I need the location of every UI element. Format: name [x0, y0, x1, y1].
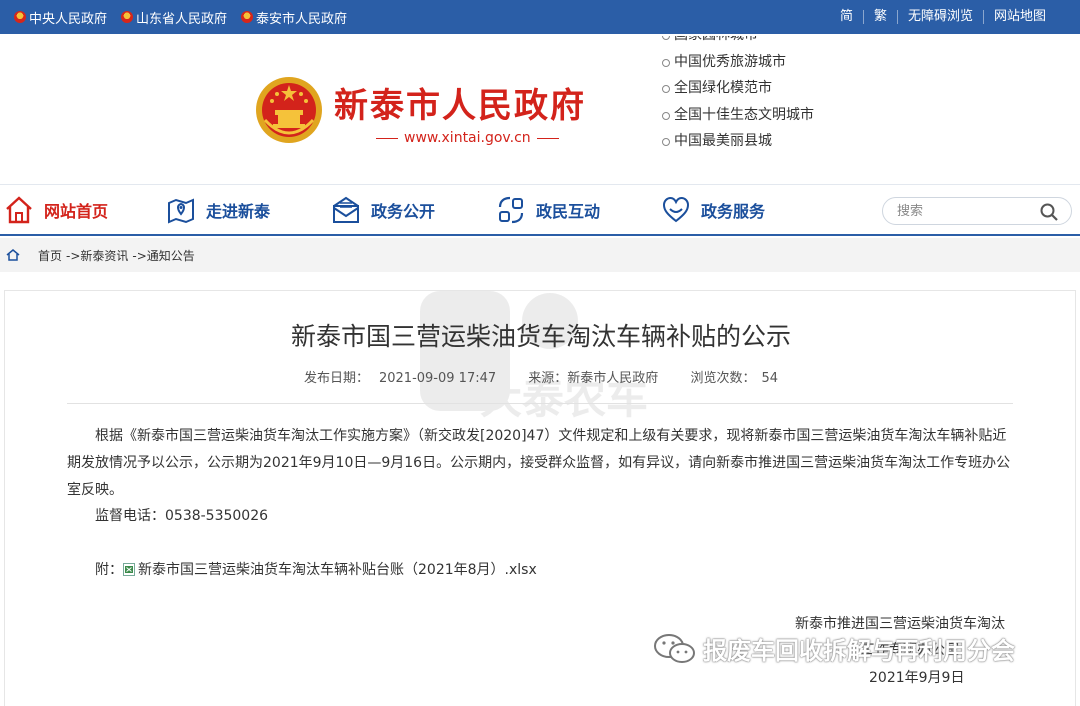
article-panel: 大泰农车 新泰市国三营运柴油货车淘汰车辆补贴的公示 发布日期： 2021-09-0… — [4, 290, 1076, 706]
search-input[interactable] — [897, 201, 1037, 221]
attachment-link[interactable]: 新泰市国三营运柴油货车淘汰车辆补贴台账（2021年8月）.xlsx — [138, 559, 537, 579]
top-bar: 中央人民政府 山东省人民政府 泰安市人民政府 简 繁 无障碍浏览 网站地图 — [0, 0, 1080, 34]
excel-file-icon — [123, 562, 135, 576]
breadcrumb-notices[interactable]: ->通知公告 — [132, 247, 194, 264]
publish-date: 发布日期： 2021-09-09 17:47 — [303, 371, 497, 386]
map-icon — [168, 198, 194, 224]
nav-gov-services[interactable]: 政务服务 — [661, 185, 765, 235]
heart-hands-icon — [662, 196, 690, 223]
nav-gov-affairs[interactable]: 政务公开 — [331, 185, 435, 235]
honor-item: 全国绿化模范市 — [660, 75, 860, 102]
supervision-phone: 监督电话：0538-5350026 — [95, 508, 269, 524]
nav-home[interactable]: 网站首页 — [4, 185, 108, 235]
traditional-chinese-link[interactable]: 繁 — [862, 10, 897, 24]
link-shandong-gov[interactable]: 山东省人民政府 — [121, 8, 227, 27]
link-taian-gov[interactable]: 泰安市人民政府 — [241, 8, 347, 27]
emblem-icon — [241, 11, 254, 23]
home-icon — [6, 196, 32, 224]
breadcrumb-news[interactable]: ->新泰资讯 — [66, 247, 128, 264]
home-icon[interactable] — [6, 248, 20, 262]
site-header: 新泰市人民政府 www.xintai.gov.cn 国家园林城市 中国优秀旅游城… — [0, 34, 1080, 184]
national-emblem-icon[interactable] — [255, 76, 323, 144]
site-url: www.xintai.gov.cn — [370, 130, 565, 146]
main-nav: 网站首页 走进新泰 政务公开 政民互动 政务服务 — [0, 184, 1080, 236]
simplified-chinese-link[interactable]: 简 — [830, 10, 863, 24]
breadcrumb-home[interactable]: 首页 — [38, 247, 62, 264]
emblem-icon — [121, 11, 134, 23]
honor-item: 中国最美丽县城 — [660, 128, 860, 155]
top-utilities: 简 繁 无障碍浏览 网站地图 — [830, 0, 1056, 34]
body-paragraph: 根据《新泰市国三营运柴油货车淘汰工作实施方案》（新交政发[2020]47）文件规… — [67, 428, 1011, 498]
view-count: 浏览次数： 54 — [690, 371, 779, 386]
nav-about-xintai[interactable]: 走进新泰 — [166, 185, 270, 235]
honors-ticker: 国家园林城市 中国优秀旅游城市 全国绿化模范市 全国十佳生态文明城市 中国最美丽… — [660, 36, 860, 160]
wechat-watermark: 报废车回收拆解与再利用分会 — [653, 631, 1015, 666]
signature-date: 2021年9月9日 — [869, 670, 965, 686]
interaction-icon — [498, 196, 524, 224]
search-icon[interactable] — [1039, 202, 1059, 222]
sitemap-link[interactable]: 网站地图 — [982, 10, 1056, 24]
article-source: 来源：新泰市人民政府 — [528, 371, 659, 386]
site-title[interactable]: 新泰市人民政府 — [334, 78, 586, 127]
signature-org: 新泰市推进国三营运柴油货车淘汰 — [795, 616, 1005, 632]
breadcrumb: 首页 ->新泰资讯 ->通知公告 — [0, 238, 1080, 272]
honor-item: 中国优秀旅游城市 — [660, 49, 860, 76]
attachment-row: 附： 新泰市国三营运柴油货车淘汰车辆补贴台账（2021年8月）.xlsx — [95, 559, 537, 579]
article-meta: 发布日期： 2021-09-09 17:47 来源：新泰市人民政府 浏览次数： 54 — [5, 367, 1077, 386]
top-links: 中央人民政府 山东省人民政府 泰安市人民政府 — [14, 0, 347, 34]
accessibility-link[interactable]: 无障碍浏览 — [896, 10, 983, 24]
article-title: 新泰市国三营运柴油货车淘汰车辆补贴的公示 — [290, 322, 791, 351]
emblem-icon — [14, 11, 26, 23]
honor-item: 全国十佳生态文明城市 — [660, 102, 860, 129]
nav-interaction[interactable]: 政民互动 — [496, 185, 600, 235]
article-body: 根据《新泰市国三营运柴油货车淘汰工作实施方案》（新交政发[2020]47）文件规… — [67, 423, 1013, 504]
wechat-icon — [654, 633, 695, 663]
envelope-icon — [333, 196, 359, 223]
site-watermark-logo: 大泰农车 — [420, 291, 648, 421]
search-box — [882, 197, 1072, 225]
honor-item: 国家园林城市 — [660, 36, 860, 49]
link-central-gov[interactable]: 中央人民政府 — [14, 8, 107, 27]
divider — [67, 403, 1013, 404]
